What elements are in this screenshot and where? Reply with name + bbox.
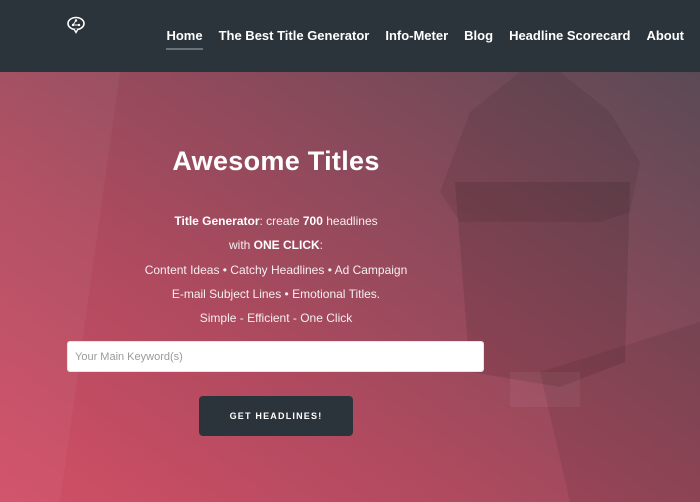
main-nav: Home The Best Title Generator Info-Meter…	[166, 0, 700, 72]
nav-headline-scorecard[interactable]: Headline Scorecard	[509, 28, 630, 43]
create-text: : create	[259, 214, 303, 228]
hero-line-tagline: Simple - Efficient - One Click	[199, 311, 353, 325]
hero-line-title-generator: Title Generator: create 700 headlines	[67, 214, 485, 228]
with-text: with	[228, 238, 254, 252]
one-click-label: ONE CLICK	[253, 238, 320, 252]
hero-section: Awesome Titles Title Generator: create 7…	[0, 72, 700, 502]
nav-about[interactable]: About	[646, 28, 684, 43]
headline-count: 700	[302, 214, 323, 228]
nav-best-title-generator[interactable]: The Best Title Generator	[219, 28, 370, 43]
brain-speech-bubble-icon[interactable]	[66, 16, 86, 34]
headlines-text: headlines	[322, 214, 378, 228]
hero-title: Awesome Titles	[172, 146, 380, 176]
title-generator-label: Title Generator	[174, 214, 260, 228]
nav-info-meter[interactable]: Info-Meter	[385, 28, 448, 43]
hero-line-features-1: Content Ideas • Catchy Headlines • Ad Ca…	[144, 263, 408, 277]
get-headlines-button[interactable]: GET HEADLINES!	[199, 396, 353, 436]
colon-text: :	[319, 238, 324, 252]
hero-line-one-click: with ONE CLICK:	[67, 238, 485, 252]
top-navbar: Home The Best Title Generator Info-Meter…	[0, 0, 700, 72]
nav-home[interactable]: Home	[166, 28, 203, 50]
nav-blog[interactable]: Blog	[464, 28, 493, 43]
hero-line-features-2: E-mail Subject Lines • Emotional Titles.	[171, 287, 381, 301]
keyword-input[interactable]	[67, 341, 484, 372]
